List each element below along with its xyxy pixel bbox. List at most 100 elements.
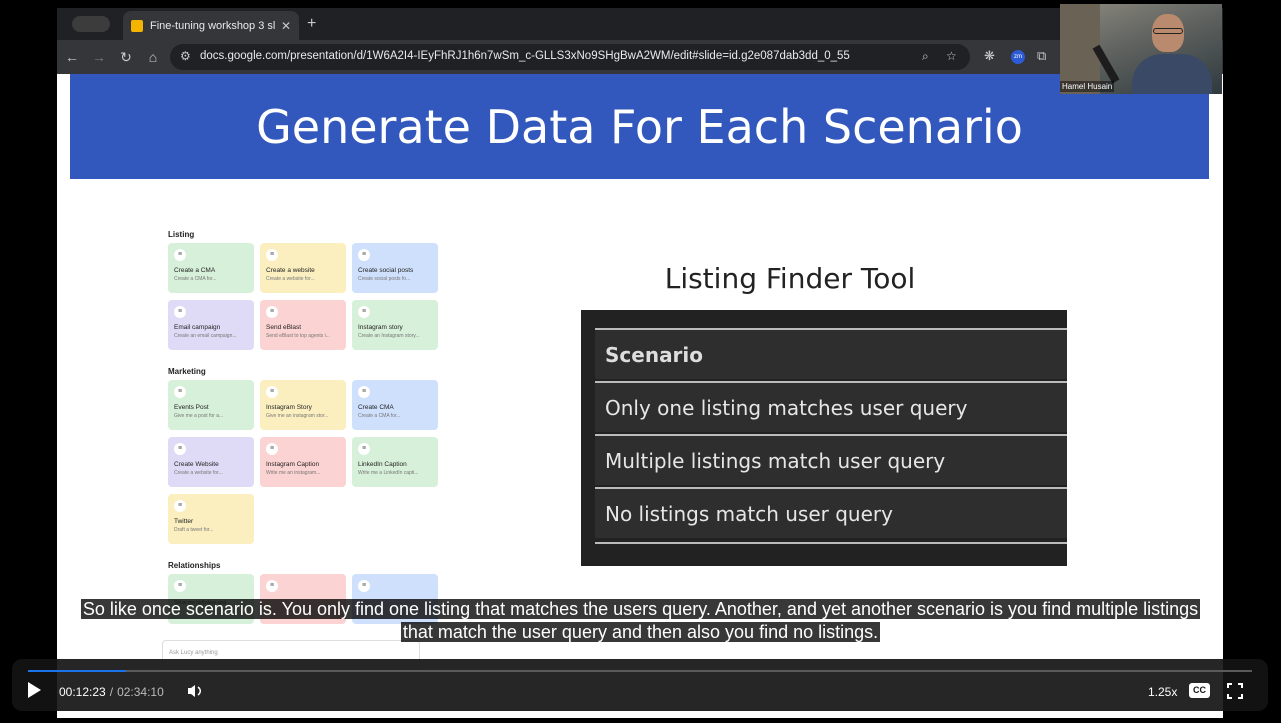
table-cell: Only one listing matches user query <box>605 396 968 420</box>
card-title: Create social posts <box>358 267 414 274</box>
table-header: Scenario <box>605 343 704 367</box>
card-icon: ≡ <box>174 443 186 455</box>
card-icon: ≡ <box>358 580 370 592</box>
progress-bar[interactable] <box>28 670 1252 672</box>
playback-speed[interactable]: 1.25x <box>1148 685 1177 699</box>
card-icon: ≡ <box>266 249 278 261</box>
card-title: Instagram Caption <box>266 461 320 468</box>
player-controls: 00:12:23/02:34:10 1.25x CC <box>12 659 1268 711</box>
tab-slides[interactable]: Fine-tuning workshop 3 slides ✕ <box>123 11 299 40</box>
table-row: No listings match user query <box>595 487 1067 538</box>
address-bar[interactable]: ⚙ docs.google.com/presentation/d/1W6A2I4… <box>170 44 970 70</box>
speaker-name: Hamel Husain <box>1060 81 1115 92</box>
table-row: Multiple listings match user query <box>595 434 1067 485</box>
slide-title: Generate Data For Each Scenario <box>256 99 1023 154</box>
action-card: ≡ Create a CMA Create a CMA for... <box>168 243 254 293</box>
action-card: ≡ Events Post Give me a post for a... <box>168 380 254 430</box>
section-label: Marketing <box>168 367 206 376</box>
card-title: LinkedIn Caption <box>358 461 407 468</box>
action-card: ≡ LinkedIn Caption Write me a LinkedIn cap… <box>352 437 438 487</box>
zoom-icon[interactable]: ⌕ <box>922 49 929 64</box>
card-icon: ≡ <box>174 306 186 318</box>
action-card: ≡ Create Website Create a website for... <box>168 437 254 487</box>
card-icon: ≡ <box>358 386 370 398</box>
card-title: Events Post <box>174 404 209 411</box>
card-subtitle: Create a website for... <box>266 276 315 282</box>
time-display: 00:12:23/02:34:10 <box>59 685 164 699</box>
card-title: Send eBlast <box>266 324 302 331</box>
card-icon: ≡ <box>174 249 186 261</box>
card-title: Create CMA <box>358 404 394 411</box>
card-icon: ≡ <box>174 580 186 592</box>
url-text: docs.google.com/presentation/d/1W6A2I4-I… <box>200 50 850 62</box>
scenario-table: Scenario Only one listing matches user q… <box>581 310 1067 566</box>
captions: So like once scenario is. You only find … <box>0 598 1281 644</box>
extensions-puzzle-icon[interactable]: ⧉ <box>1037 48 1046 64</box>
caption-line-1: So like once scenario is. You only find … <box>80 599 1201 619</box>
zoom-extension-icon[interactable]: zm <box>1011 50 1025 64</box>
speaker-body <box>1132 54 1212 94</box>
back-icon[interactable]: ← <box>63 48 81 66</box>
browser-toolbar: ← → ↻ ⌂ ⚙ docs.google.com/presentation/d… <box>57 40 1223 74</box>
reload-icon[interactable]: ↻ <box>117 48 135 66</box>
video-player: Fine-tuning workshop 3 slides ✕ + ← → ↻ … <box>0 0 1281 723</box>
ask-placeholder: Ask Lucy anything <box>169 650 218 656</box>
tab-bar: Fine-tuning workshop 3 slides ✕ + <box>57 8 1223 40</box>
card-subtitle: Create an Instagram story... <box>358 333 420 339</box>
tool-title: Listing Finder Tool <box>664 262 916 295</box>
webcam-video: Hamel Husain <box>1060 4 1222 94</box>
card-subtitle: Create social posts fo... <box>358 276 411 282</box>
play-button[interactable] <box>26 681 42 699</box>
duration: 02:34:10 <box>117 685 164 699</box>
close-icon[interactable]: ✕ <box>281 19 291 33</box>
speaker-glasses <box>1153 28 1183 34</box>
new-tab-icon[interactable]: + <box>307 15 316 33</box>
section-label: Listing <box>168 230 195 239</box>
site-settings-icon[interactable]: ⚙ <box>180 49 191 63</box>
time-separator: / <box>109 685 114 699</box>
card-title: Create a website <box>266 267 315 274</box>
table-row: Only one listing matches user query <box>595 381 1067 432</box>
action-card: ≡ Create a website Create a website for... <box>260 243 346 293</box>
card-subtitle: Create an email campaign... <box>174 333 237 339</box>
card-subtitle: Create a website for... <box>174 470 223 476</box>
action-card: ≡ Twitter Draft a tweet for... <box>168 494 254 544</box>
action-card: ≡ Create CMA Create a CMA for... <box>352 380 438 430</box>
section-label: Relationships <box>168 561 221 570</box>
table-divider <box>595 542 1067 544</box>
action-card: ≡ Instagram Story Give me an instagram sto… <box>260 380 346 430</box>
card-subtitle: Create a CMA for... <box>358 413 401 419</box>
card-icon: ≡ <box>266 386 278 398</box>
card-subtitle: Write me an instagram... <box>266 470 321 476</box>
action-card: ≡ Email campaign Create an email campaign.… <box>168 300 254 350</box>
slide-header: Generate Data For Each Scenario <box>70 74 1209 179</box>
current-time: 00:12:23 <box>59 685 106 699</box>
bookmark-star-icon[interactable]: ☆ <box>946 49 957 63</box>
forward-icon[interactable]: → <box>90 48 108 66</box>
tab-group-pill[interactable] <box>72 16 110 32</box>
fullscreen-icon[interactable] <box>1227 683 1243 699</box>
progress-fill <box>28 670 126 672</box>
table-header-row: Scenario <box>595 328 1067 379</box>
card-title: Twitter <box>174 518 194 525</box>
table-cell: No listings match user query <box>605 502 893 526</box>
card-title: Instagram story <box>358 324 403 331</box>
card-icon: ≡ <box>358 306 370 318</box>
action-card: ≡ Create social posts Create social posts … <box>352 243 438 293</box>
captions-toggle-icon[interactable]: CC <box>1189 683 1210 698</box>
card-title: Instagram Story <box>266 404 312 411</box>
action-card: ≡ Send eBlast Send eBlast to top agents i.… <box>260 300 346 350</box>
card-subtitle: Draft a tweet for... <box>174 527 214 533</box>
table-cell: Multiple listings match user query <box>605 449 946 473</box>
extension-icon[interactable]: ❋ <box>984 48 995 64</box>
home-icon[interactable]: ⌂ <box>144 48 162 66</box>
card-icon: ≡ <box>174 386 186 398</box>
card-title: Create Website <box>174 461 219 468</box>
card-subtitle: Create a CMA for... <box>174 276 217 282</box>
card-title: Create a CMA <box>174 267 216 274</box>
card-icon: ≡ <box>266 306 278 318</box>
slides-favicon-icon <box>131 19 143 32</box>
volume-icon[interactable] <box>186 683 204 699</box>
action-card: ≡ Instagram story Create an Instagram stor… <box>352 300 438 350</box>
card-subtitle: Write me a LinkedIn capti... <box>358 470 419 476</box>
